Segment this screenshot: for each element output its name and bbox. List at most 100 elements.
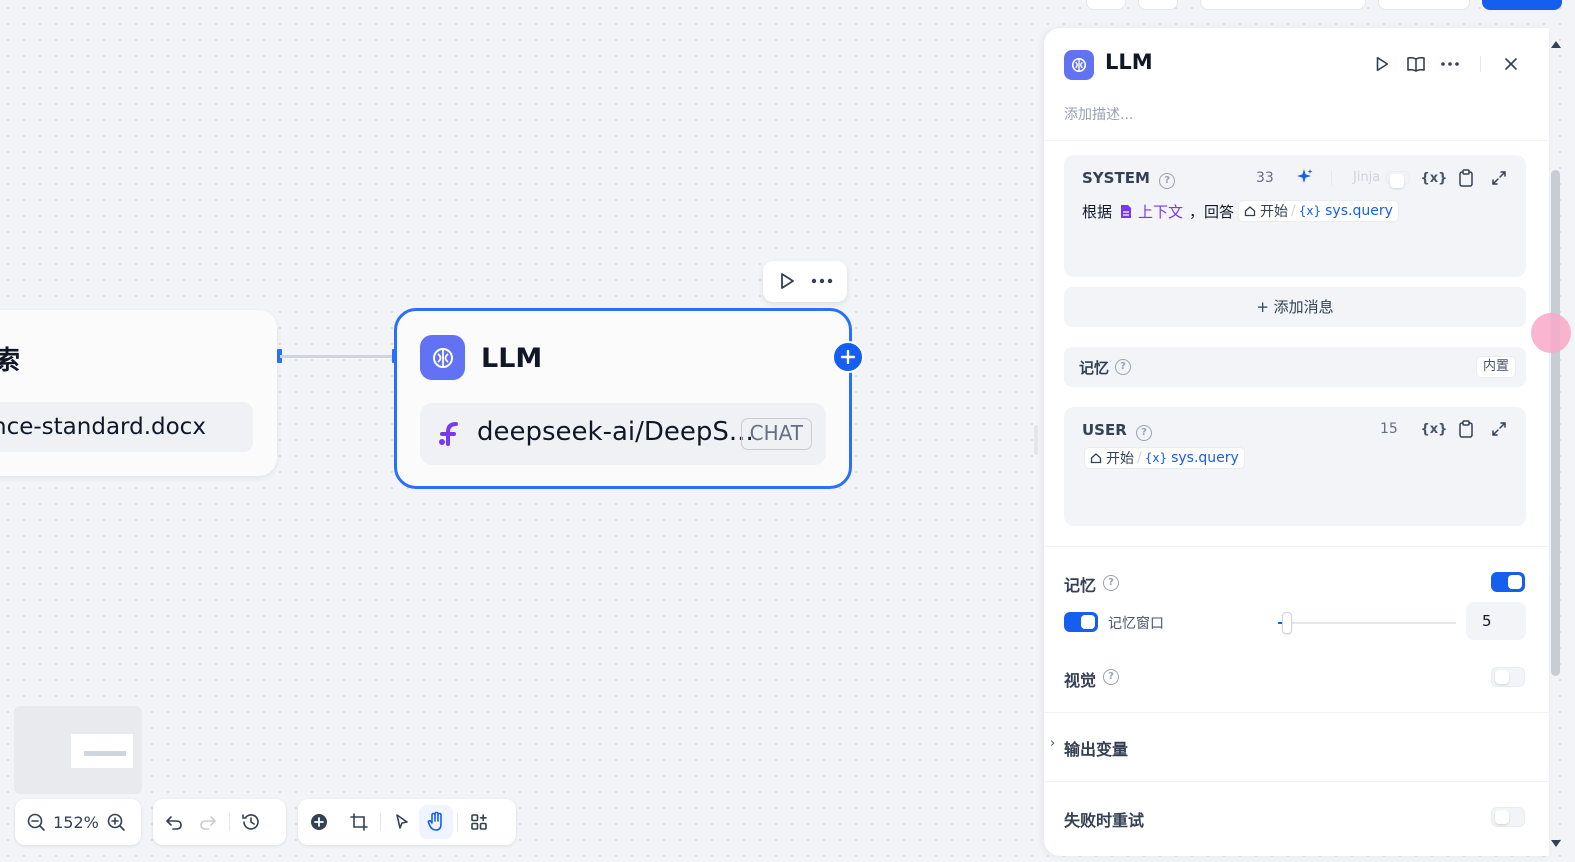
- variable-icon: {x}: [1144, 451, 1168, 465]
- add-note-button[interactable]: [342, 805, 376, 839]
- more-options-button[interactable]: [1438, 52, 1462, 76]
- insert-variable-icon[interactable]: {x}: [1421, 167, 1448, 189]
- prompt-text: 根据: [1082, 202, 1113, 221]
- document-name: nce-standard.docx: [0, 414, 206, 440]
- scroll-up-icon[interactable]: [1550, 34, 1562, 53]
- knowledge-retrieval-node[interactable]: 索 nce-standard.docx: [0, 310, 277, 476]
- floating-assistant-bubble[interactable]: [1531, 313, 1571, 353]
- divider: [1044, 546, 1549, 547]
- top-toolbar-button[interactable]: [1378, 0, 1470, 10]
- retry-toggle[interactable]: [1491, 807, 1525, 827]
- expand-icon[interactable]: [1488, 418, 1510, 440]
- redo-button[interactable]: [191, 805, 225, 839]
- model-selector[interactable]: deepseek-ai/DeepS... CHAT: [420, 403, 826, 465]
- hand-icon: [427, 811, 442, 831]
- panel-title[interactable]: LLM: [1105, 50, 1153, 74]
- run-step-button[interactable]: [1370, 52, 1394, 76]
- node-settings-panel: LLM 添加描述... SYSTEM ? 33 Jinja {x} 根据 上下文…: [1044, 28, 1549, 856]
- node-title: 索: [0, 346, 21, 376]
- jinja-toggle[interactable]: [1386, 171, 1410, 188]
- help-icon[interactable]: ?: [1103, 669, 1119, 685]
- prompt-text: ，回答: [1189, 202, 1235, 221]
- zoom-in-icon: [107, 813, 125, 831]
- model-name: deepseek-ai/DeepS...: [477, 417, 754, 447]
- separator: [1331, 171, 1332, 185]
- system-prompt-content[interactable]: 根据 上下文 ，回答 开始 / {x} sys.query: [1082, 200, 1399, 222]
- memory-label: 记忆: [1064, 576, 1097, 595]
- minimap-node: [84, 751, 126, 756]
- note-icon: [350, 813, 368, 831]
- expand-icon[interactable]: [1488, 167, 1510, 189]
- system-role-label: SYSTEM ?: [1082, 169, 1176, 189]
- top-toolbar-button[interactable]: [1200, 0, 1366, 10]
- panel-resize-handle[interactable]: [1034, 425, 1038, 455]
- retry-label: 失败时重试: [1064, 811, 1145, 830]
- divider: [1044, 140, 1549, 141]
- organize-button[interactable]: [462, 805, 496, 839]
- node-actions-bar: [763, 261, 847, 302]
- top-toolbar-button[interactable]: [1086, 0, 1126, 10]
- run-icon[interactable]: [777, 271, 797, 295]
- slider-thumb[interactable]: [1282, 612, 1292, 634]
- close-icon: [1505, 58, 1517, 70]
- top-toolbar-button[interactable]: [1138, 0, 1178, 10]
- divider: [1044, 712, 1549, 713]
- minimap[interactable]: [14, 706, 142, 794]
- help-icon[interactable]: ?: [1159, 173, 1176, 189]
- scroll-thumb[interactable]: [1551, 170, 1560, 676]
- add-block-button[interactable]: [302, 805, 336, 839]
- document-item: nce-standard.docx: [0, 402, 253, 452]
- history-icon: [242, 814, 259, 830]
- zoom-in-button[interactable]: [99, 805, 133, 839]
- publish-button[interactable]: [1482, 0, 1562, 10]
- node-title: LLM: [481, 343, 543, 374]
- home-icon: [1244, 206, 1256, 217]
- output-variables-label[interactable]: 输出变量: [1064, 736, 1128, 760]
- variable-path: sys.query: [1171, 450, 1239, 466]
- play-icon: [1376, 56, 1389, 72]
- clipboard-icon[interactable]: [1455, 167, 1477, 189]
- close-button[interactable]: [1499, 52, 1523, 76]
- variable-icon: {x}: [1298, 204, 1322, 218]
- variable-node: 开始: [1260, 204, 1289, 220]
- separator: [380, 813, 381, 831]
- docs-button[interactable]: [1404, 52, 1428, 76]
- add-message-button[interactable]: + 添加消息: [1064, 287, 1526, 327]
- vision-toggle[interactable]: [1491, 667, 1525, 687]
- variable-chip: 开始 / {x} sys.query: [1238, 200, 1399, 222]
- panel-scrollbar[interactable]: [1549, 28, 1563, 854]
- llm-node[interactable]: LLM deepseek-ai/DeepS... CHAT: [394, 308, 852, 489]
- edge-connector[interactable]: [280, 355, 395, 358]
- insert-variable-icon[interactable]: {x}: [1421, 418, 1448, 440]
- memory-window-input[interactable]: 5: [1466, 602, 1526, 640]
- ai-generate-icon[interactable]: [1296, 168, 1314, 190]
- memory-toggle[interactable]: [1491, 572, 1525, 592]
- help-icon[interactable]: ?: [1136, 425, 1153, 441]
- add-node-button[interactable]: [832, 341, 864, 373]
- system-prompt-editor[interactable]: SYSTEM ? 33 Jinja {x} 根据 上下文 ，回答 开始 / {x…: [1064, 155, 1526, 277]
- hand-mode-button[interactable]: [419, 805, 453, 839]
- memory-window-toggle[interactable]: [1064, 612, 1098, 632]
- memory-window-slider[interactable]: [1278, 612, 1456, 634]
- clipboard-icon[interactable]: [1455, 418, 1477, 440]
- undo-button[interactable]: [157, 805, 191, 839]
- add-circle-icon: [311, 814, 327, 830]
- user-prompt-content[interactable]: 开始 / {x} sys.query: [1084, 447, 1245, 469]
- description-input[interactable]: 添加描述...: [1064, 104, 1133, 124]
- help-icon[interactable]: ?: [1103, 575, 1119, 591]
- zoom-out-button[interactable]: [19, 805, 53, 839]
- user-prompt-editor[interactable]: USER ? 15 {x} 开始 / {x} sys.query: [1064, 407, 1526, 526]
- help-icon[interactable]: ?: [1115, 359, 1131, 375]
- zoom-level[interactable]: 152%: [53, 813, 99, 832]
- vision-label: 视觉: [1064, 671, 1097, 690]
- history-button[interactable]: [234, 805, 268, 839]
- variable-path: sys.query: [1325, 203, 1393, 219]
- memory-window-label: 记忆窗口: [1108, 616, 1164, 632]
- chevron-right-icon[interactable]: ›: [1050, 736, 1055, 751]
- more-icon[interactable]: [809, 271, 835, 295]
- memory-row-label: 记忆: [1079, 359, 1110, 377]
- jinja-label: Jinja: [1353, 170, 1381, 185]
- scroll-down-icon[interactable]: [1550, 834, 1562, 853]
- context-variable-label: 上下文: [1138, 202, 1184, 221]
- pointer-mode-button[interactable]: [385, 805, 419, 839]
